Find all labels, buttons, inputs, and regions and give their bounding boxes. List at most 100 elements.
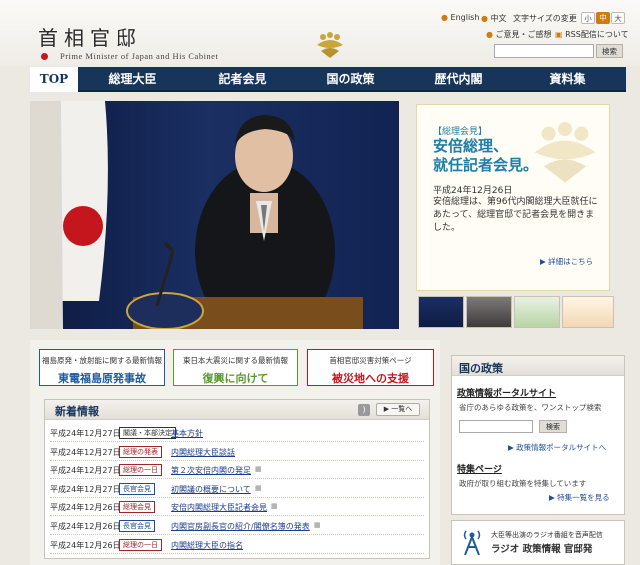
feature-detail-link[interactable]: ▶ 詳細はこちら [540,256,593,267]
hero-illustration [53,101,363,329]
nav-press-conference[interactable]: 記者会見 [205,67,280,92]
search-input[interactable] [494,44,594,58]
font-size-label: 文字サイズの変更 [513,14,577,23]
bullet-icon: ● [486,30,496,39]
rss-label: RSS配信について [565,30,629,39]
info-box-main: 復興に向けて [202,372,269,385]
portal-title-link[interactable]: 政策情報ポータルサイト [457,386,556,399]
feature-title-line2: 就任記者会見。 [433,156,539,174]
news-date: 平成24年12月26日 [50,522,121,531]
opinion-link[interactable]: ● ご意見・ご感想 [486,29,552,40]
news-date: 平成24年12月27日 [50,466,121,476]
english-label: English [450,13,480,22]
site-title[interactable]: 首相官邸 [38,22,142,51]
news-row: 平成24年12月26日 総理の一日 内閣総理大臣の指名 [50,536,424,554]
news-date: 平成24年12月26日 [50,540,121,550]
video-icon: ▦ [255,483,262,492]
site-subtitle: Prime Minister of Japan and His Cabinet [60,51,219,61]
news-date: 平成24年12月27日 [50,484,121,494]
hero-thumbnail-2[interactable] [466,296,512,328]
flag-icon [41,53,48,60]
hero-thumbnail-4[interactable] [562,296,614,328]
nav-policy[interactable]: 国の政策 [313,67,388,92]
policy-panel [451,355,625,515]
radio-antenna-icon [463,530,481,555]
video-icon: ▦ [255,465,262,474]
news-header [45,400,429,420]
info-box-main: 東電福島原発事故 [58,372,146,385]
special-list-link[interactable]: ▶ 特集一覧を見る [549,492,610,503]
video-icon: ▦ [314,521,321,529]
bullet-icon: ● [441,13,451,22]
news-more-button[interactable]: ▶ 一覧へ [376,403,420,416]
news-link[interactable]: 内閣官房副長官の紹介/閣僚名簿の発表 [171,521,310,532]
feature-date: 平成24年12月26日 [433,186,513,196]
hero-photo[interactable] [53,101,399,329]
news-row: 平成24年12月26日 総理会見 安倍内閣総理大臣記者会見 ▦ [50,498,424,517]
feature-title-line1: 安倍総理、 [433,137,509,155]
info-box-main: 被災地への支援 [332,372,409,385]
font-size-small-button[interactable]: 小 [581,12,595,24]
news-link[interactable]: 第２次安倍内閣の発足 [171,465,251,476]
news-date: 平成24年12月27日 [50,447,121,457]
news-date: 平成24年12月27日 [50,429,121,438]
info-box-sub: 首相官邸災害対策ページ [329,356,412,365]
info-box-fukushima[interactable]: 福島原発・放射能に関する最新情報 東電福島原発事故 [39,349,165,386]
nav-documents[interactable]: 資料集 [530,67,605,92]
chinese-link[interactable]: ● 中文 [481,13,507,24]
portal-link[interactable]: ▶ 政策情報ポータルサイトへ [508,442,606,453]
special-title-link[interactable]: 特集ページ [457,462,502,475]
info-box-disaster-support[interactable]: 首相官邸災害対策ページ 被災地への支援 [307,349,434,386]
special-description: 政府が取り組む政策を特集しています [459,479,587,488]
news-category-badge: 長官会見 [119,482,155,495]
news-date: 平成24年12月26日 [50,503,121,513]
news-link[interactable]: 内閣総理大臣の指名 [171,540,243,551]
nav-prime-minister[interactable]: 総理大臣 [95,67,170,92]
policy-title: 国の政策 [459,362,503,375]
news-category-badge: 総理の一日 [119,538,162,551]
font-size-large-button[interactable]: 大 [611,12,625,24]
english-link[interactable]: ● English [441,13,479,22]
news-category-badge: 総理会見 [119,501,155,514]
font-size-medium-button[interactable]: 中 [596,12,610,24]
news-link[interactable]: 安倍内閣総理大臣記者会見 [171,502,267,513]
policy-search-button[interactable]: 検索 [539,420,567,433]
info-box-sub: 福島原発・放射能に関する最新情報 [42,356,162,365]
nav-top[interactable]: TOP [30,67,78,92]
news-row: 平成24年12月27日 総理の発表 内閣総理大臣談話 [50,443,424,461]
nav-past-cabinets[interactable]: 歴代内閣 [421,67,496,92]
news-row: 平成24年12月27日 総理の一日 第２次安倍内閣の発足 ▦ [50,461,424,480]
rss-icon[interactable]: ) [358,404,370,416]
info-box-sub: 東日本大震災に関する最新情報 [183,356,288,365]
radio-subtitle: 大臣等出演のラジオ番組を音声配信 [491,531,603,539]
rss-icon: ▣ [555,30,566,39]
news-link[interactable]: 内閣総理大臣談話 [171,447,235,458]
hero-thumbnail-3[interactable] [514,296,560,328]
news-category-badge: 長官会見 [119,520,155,532]
news-row: 平成24年12月27日 閣議・本部決定 基本方針 [50,424,424,442]
news-title: 新着情報 [55,405,99,418]
opinion-label: ご意見・ご感想 [495,30,552,39]
news-link[interactable]: 初閣議の概要について [171,484,251,495]
hero-margin [30,101,53,329]
news-category-badge: 総理の一日 [119,464,162,477]
policy-search-input[interactable] [459,420,533,433]
news-row: 平成24年12月27日 長官会見 初閣議の概要について ▦ [50,480,424,498]
bullet-icon: ● [481,14,491,23]
news-link[interactable]: 基本方針 [171,428,203,439]
info-box-reconstruction[interactable]: 東日本大震災に関する最新情報 復興に向けて [173,349,298,386]
chinese-label: 中文 [490,14,507,23]
news-category-badge: 総理の発表 [119,445,162,458]
paulownia-emblem-icon [317,32,343,58]
rss-link[interactable]: ▣ RSS配信について [555,29,629,40]
radio-title: ラジオ 政策情報 官邸発 [491,544,593,555]
news-category-badge: 閣議・本部決定 [119,427,176,439]
feature-title[interactable]: 安倍総理、 就任記者会見。 [433,137,538,175]
search-button[interactable]: 検索 [596,44,623,58]
news-row: 平成24年12月26日 長官会見 内閣官房副長官の紹介/閣僚名簿の発表 ▦ [50,517,424,535]
feature-text: 安倍総理は、第96代内閣総理大臣就任にあたって、総理官邸で記者会見を開きました。 [433,197,598,233]
hero-thumbnail-1[interactable] [418,296,464,328]
video-icon: ▦ [271,502,278,511]
portal-description: 省庁のあらゆる政策を、ワンストップ検索 [459,403,602,412]
feature-category: 【総理会見】 [433,127,488,137]
